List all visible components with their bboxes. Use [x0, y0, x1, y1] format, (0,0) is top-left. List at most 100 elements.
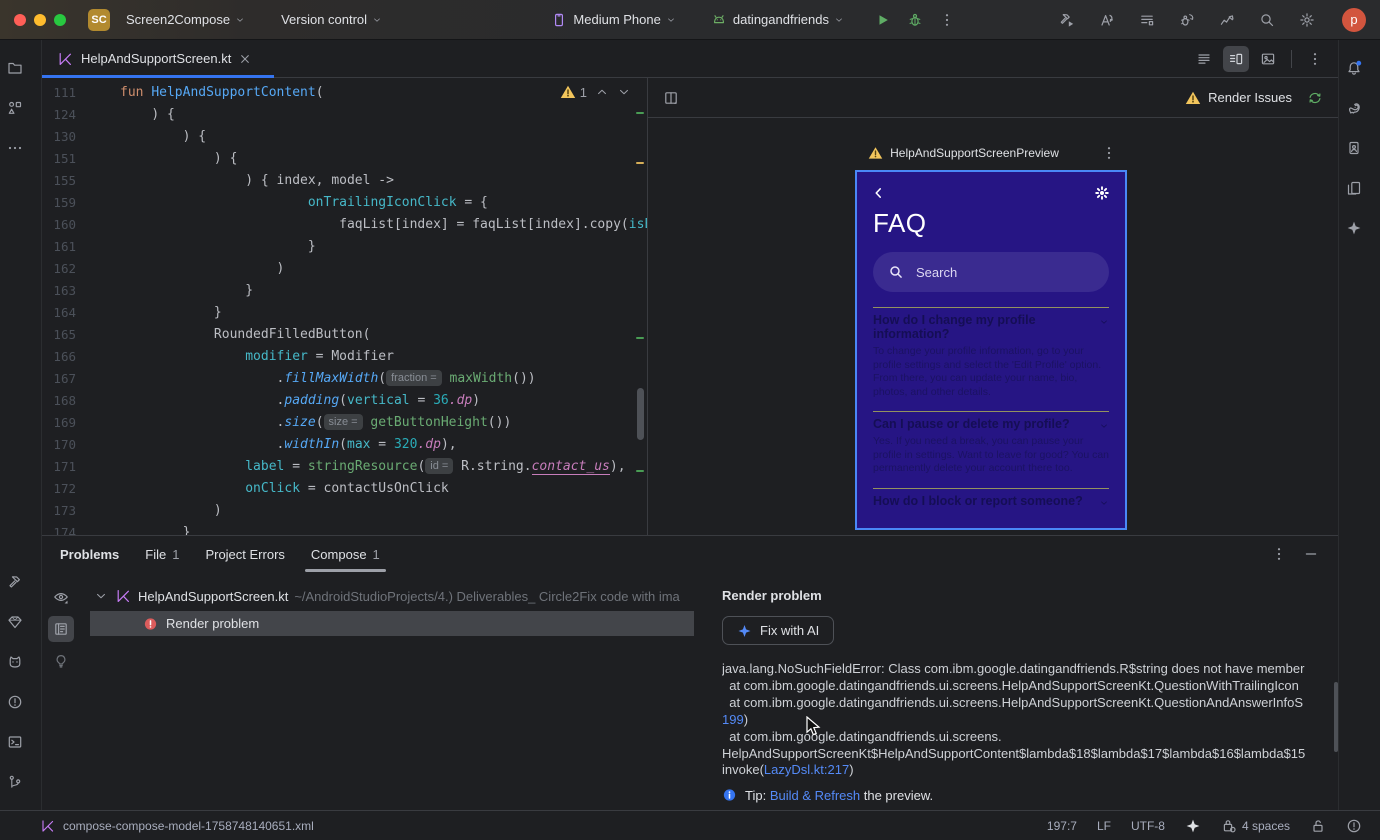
- view-options-icon[interactable]: [48, 584, 74, 610]
- tab-compose[interactable]: Compose 1: [304, 536, 386, 572]
- write-access-lock-icon[interactable]: [1310, 818, 1326, 834]
- project-menu[interactable]: Screen2Compose: [120, 8, 251, 31]
- inlay-hint: size =: [323, 414, 363, 430]
- attach-debugger-icon[interactable]: [1178, 11, 1196, 29]
- stripe-mark[interactable]: [636, 162, 644, 164]
- next-problem-icon[interactable]: [617, 84, 631, 100]
- split-view-icon[interactable]: [1223, 45, 1249, 72]
- tab-helpandsupportscreen[interactable]: HelpAndSupportScreen.kt: [42, 40, 275, 78]
- debug-button[interactable]: [906, 11, 924, 29]
- stripe-mark[interactable]: [636, 112, 644, 114]
- hide-panel-icon[interactable]: [1302, 545, 1320, 563]
- inspection-widget[interactable]: 1: [560, 84, 631, 100]
- expand-chevron-icon[interactable]: [94, 587, 108, 605]
- minimize-window-button[interactable]: [34, 13, 46, 26]
- version-control-menu[interactable]: Version control: [275, 8, 388, 31]
- project-folder-icon[interactable]: [0, 53, 30, 83]
- code-line[interactable]: 159 onTrailingIconClick = {: [42, 192, 633, 214]
- app-quality-insights-icon[interactable]: [0, 607, 30, 637]
- code-line[interactable]: 165 RoundedFilledButton(: [42, 324, 633, 346]
- code-line[interactable]: 169 .size(size = getButtonHeight()): [42, 412, 633, 434]
- code-line[interactable]: 162 ): [42, 258, 633, 280]
- code-line[interactable]: 174 }: [42, 522, 633, 535]
- ai-status-icon[interactable]: [1185, 818, 1201, 834]
- code-line[interactable]: 166 modifier = Modifier: [42, 346, 633, 368]
- render-issues-button[interactable]: Render Issues: [1185, 89, 1292, 107]
- code-editor[interactable]: 111 fun HelpAndSupportContent(124 ) {130 …: [42, 78, 648, 535]
- zoom-window-button[interactable]: [54, 13, 66, 26]
- stack-trace[interactable]: java.lang.NoSuchFieldError: Class com.ib…: [722, 661, 1324, 779]
- code-line[interactable]: 130 ) {: [42, 126, 633, 148]
- terminal-icon[interactable]: [0, 727, 30, 757]
- device-selector[interactable]: Medium Phone: [544, 7, 681, 33]
- problem-detail-title: Render problem: [722, 588, 822, 603]
- fix-with-ai-button[interactable]: Fix with AI: [722, 616, 835, 645]
- layout-mode-icon[interactable]: [662, 89, 680, 107]
- gemini-icon[interactable]: [1339, 213, 1369, 243]
- previous-problem-icon[interactable]: [595, 84, 609, 100]
- search-everywhere-icon[interactable]: [1258, 11, 1276, 29]
- code-line[interactable]: 124 ) {: [42, 104, 633, 126]
- caret-position[interactable]: 197:7: [1047, 819, 1077, 833]
- device-preview-frame[interactable]: FAQ Search How do I change my profile in…: [855, 170, 1127, 530]
- stack-link[interactable]: LazyDsl.kt:217: [764, 762, 849, 777]
- file-encoding[interactable]: UTF-8: [1131, 819, 1165, 833]
- more-icon[interactable]: [1302, 46, 1328, 72]
- tab-project-errors[interactable]: Project Errors: [205, 536, 284, 572]
- code-line[interactable]: 167 .fillMaxWidth(fraction = maxWidth()): [42, 368, 633, 390]
- device-manager-icon[interactable]: [1339, 173, 1369, 203]
- stack-link[interactable]: 199: [722, 712, 744, 727]
- close-tab-icon[interactable]: [238, 52, 252, 66]
- resource-manager-icon[interactable]: [0, 93, 30, 123]
- inspections-status-icon[interactable]: [1346, 818, 1362, 834]
- code-line[interactable]: 151 ) {: [42, 148, 633, 170]
- run-button[interactable]: [874, 11, 892, 29]
- code-line[interactable]: 161 }: [42, 236, 633, 258]
- run-configuration-selector[interactable]: datingandfriends: [704, 7, 850, 33]
- code-line[interactable]: 172 onClick = contactUsOnClick: [42, 478, 633, 500]
- problems-file-row[interactable]: HelpAndSupportScreen.kt ~/AndroidStudioP…: [80, 584, 710, 608]
- build-icon[interactable]: [0, 567, 30, 597]
- code-line[interactable]: 163 }: [42, 280, 633, 302]
- ai-actions-icon[interactable]: [1098, 11, 1116, 29]
- list-files-icon[interactable]: [1191, 46, 1217, 72]
- editor-scrollbar[interactable]: [637, 388, 644, 440]
- close-window-button[interactable]: [14, 13, 26, 26]
- options-menu-icon[interactable]: [1270, 545, 1288, 563]
- stripe-mark[interactable]: [636, 337, 644, 339]
- code-line[interactable]: 111 fun HelpAndSupportContent(: [42, 82, 633, 104]
- code-line[interactable]: 168 .padding(vertical = 36.dp): [42, 390, 633, 412]
- code-line[interactable]: 173 ): [42, 500, 633, 522]
- detail-scrollbar[interactable]: [1334, 682, 1338, 752]
- logcat-icon[interactable]: [0, 647, 30, 677]
- version-control-icon[interactable]: [0, 767, 30, 797]
- gradle-icon[interactable]: [1339, 93, 1369, 123]
- render-problem-row[interactable]: Render problem: [90, 611, 694, 636]
- todo-icon[interactable]: [1138, 11, 1156, 29]
- preview-options-icon[interactable]: [1100, 144, 1118, 162]
- more-run-options-button[interactable]: [938, 11, 956, 29]
- android-icon: [710, 11, 728, 29]
- running-devices-icon[interactable]: [1339, 133, 1369, 163]
- code-line[interactable]: 160 faqList[index] = faqList[index].copy…: [42, 214, 647, 236]
- notifications-icon[interactable]: [1339, 53, 1369, 83]
- code-line[interactable]: 170 .widthIn(max = 320.dp),: [42, 434, 633, 456]
- tab-file[interactable]: File 1: [145, 536, 179, 572]
- open-details-icon[interactable]: [48, 616, 74, 642]
- line-separator[interactable]: LF: [1097, 819, 1111, 833]
- refresh-preview-icon[interactable]: [1306, 89, 1324, 107]
- preview-image-icon[interactable]: [1255, 46, 1281, 72]
- settings-icon[interactable]: [1298, 11, 1316, 29]
- profiler-icon[interactable]: [1218, 11, 1236, 29]
- problems-icon[interactable]: [0, 687, 30, 717]
- code-line[interactable]: 155 ) { index, model ->: [42, 170, 633, 192]
- quick-fix-bulb-icon[interactable]: [48, 648, 74, 674]
- code-line[interactable]: 164 }: [42, 302, 633, 324]
- build-refresh-link[interactable]: Build & Refresh: [770, 788, 860, 803]
- avatar[interactable]: p: [1342, 7, 1366, 32]
- indent-setting[interactable]: 4 spaces: [1221, 818, 1290, 834]
- code-line[interactable]: 171 label = stringResource(id = R.string…: [42, 456, 633, 478]
- build-run-icon[interactable]: [1058, 11, 1076, 29]
- more-tool-windows-icon[interactable]: [0, 133, 30, 163]
- stripe-mark[interactable]: [636, 470, 644, 472]
